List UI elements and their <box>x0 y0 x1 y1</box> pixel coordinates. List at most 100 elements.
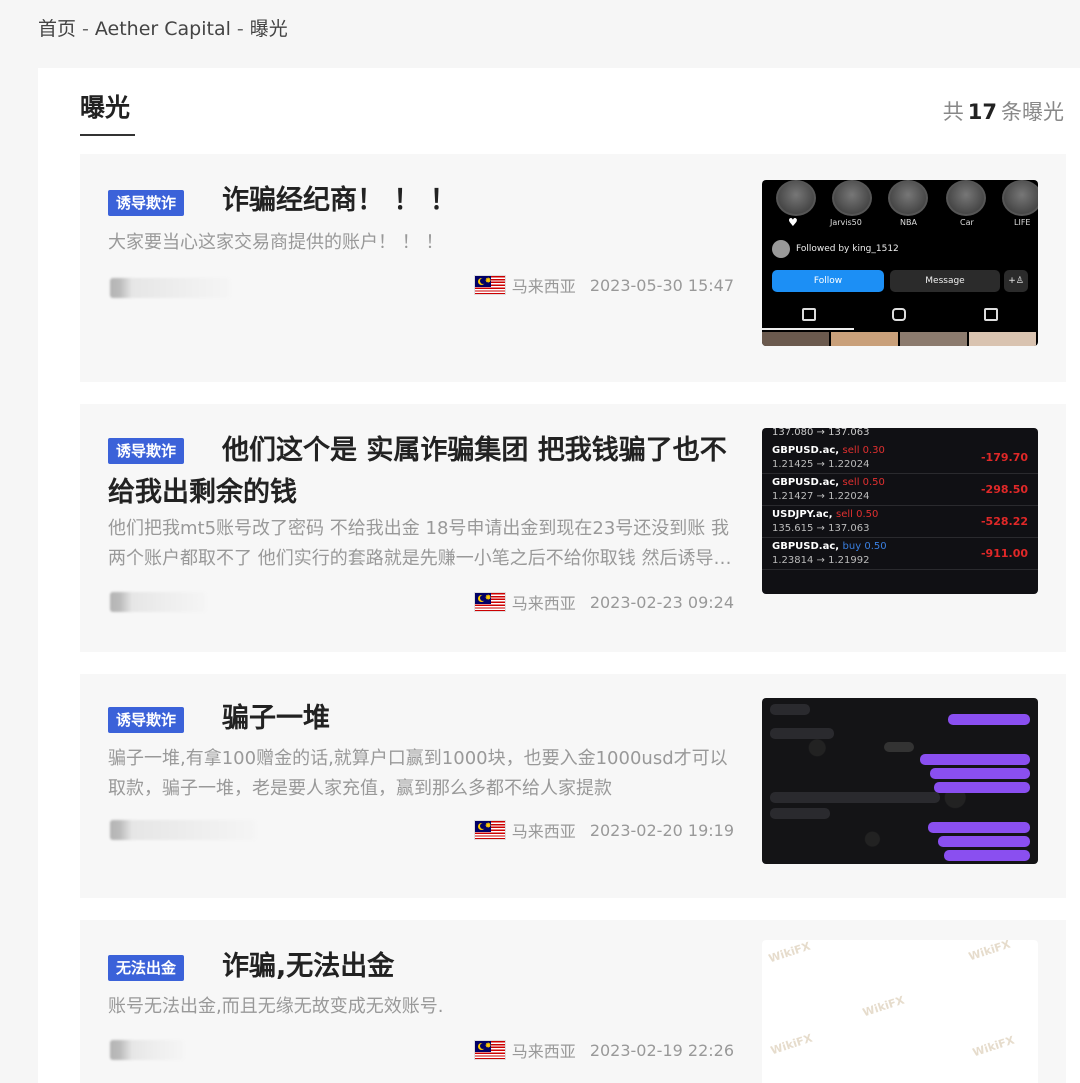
breadcrumb-separator: - <box>82 18 89 40</box>
card-meta: ✸ 马来西亚 2023-05-30 15:47 <box>473 273 734 297</box>
card-title[interactable]: 诈骗,无法出金 <box>108 946 738 988</box>
followed-by-text: Followed by king_1512 <box>796 244 899 254</box>
chat-bubble-out <box>948 714 1030 725</box>
chat-bubble-out <box>920 754 1030 765</box>
evidence-thumbnail[interactable] <box>762 698 1038 864</box>
exposure-card[interactable]: 诱导欺诈 骗子一堆 骗子一堆,有拿100赠金的话,就算户口赢到1000块，也要入… <box>80 674 1066 898</box>
card-meta: ✸ 马来西亚 2023-02-19 22:26 <box>473 1038 734 1062</box>
grid-icon <box>802 308 816 321</box>
chat-bubble-in <box>770 808 830 819</box>
heart-icon: ♥ <box>788 216 798 229</box>
breadcrumb: 首页 - Aether Capital - 曝光 <box>38 14 288 41</box>
watermark-text: WikiFX <box>767 940 812 966</box>
evidence-thumbnail[interactable]: 137.080 → 137.063 GBPUSD.ac, sell 0.30 1… <box>762 428 1038 594</box>
post-datetime: 2023-02-20 19:19 <box>589 820 734 840</box>
blurred-username <box>110 820 256 840</box>
price-range: 137.080 → 137.063 <box>772 428 870 438</box>
trade-symbol: USDJPY.ac, <box>772 509 833 520</box>
trade-prices: 1.21425 → 1.22024 <box>772 459 870 470</box>
trade-symbol: GBPUSD.ac, <box>772 445 840 456</box>
trade-pnl: -179.70 <box>980 451 1028 464</box>
malaysia-flag-icon: ✸ <box>473 275 506 295</box>
card-meta: ✸ 马来西亚 2023-02-23 09:24 <box>473 590 734 614</box>
chat-bubble-out <box>934 782 1030 793</box>
story-label: Car <box>960 218 974 227</box>
chat-bubble-out <box>944 850 1030 861</box>
title-underline <box>80 134 135 136</box>
trade-side: buy 0.50 <box>842 541 887 552</box>
trade-side: sell 0.50 <box>836 509 879 520</box>
message-button: Message <box>890 270 1000 292</box>
trade-row: GBPUSD.ac, sell 0.50 1.21427 → 1.22024 -… <box>762 474 1038 506</box>
total-suffix: 条曝光 <box>1001 100 1064 124</box>
trade-symbol: GBPUSD.ac, <box>772 541 840 552</box>
page-title: 曝光 <box>80 93 131 122</box>
photo-grid <box>762 332 1038 346</box>
malaysia-flag-icon: ✸ <box>473 820 506 840</box>
story-avatar <box>776 180 816 216</box>
card-title[interactable]: 骗子一堆 <box>108 698 738 740</box>
trade-row: USDJPY.ac, sell 0.50 135.615 → 137.063 -… <box>762 506 1038 538</box>
exposure-panel: 曝光 共 17 条曝光 诱导欺诈 诈骗经纪商！ ！ ！ 大家要当心这家交易商提供的账… <box>38 68 1080 1083</box>
story-avatar <box>1002 180 1038 216</box>
evidence-thumbnail[interactable]: ♥ Jarvis50 NBA Car LIFE Followed by king… <box>762 180 1038 346</box>
story-avatar <box>888 180 928 216</box>
blurred-username <box>110 1040 184 1060</box>
exposure-card[interactable]: 诱导欺诈 他们这个是 实属诈骗集团 把我钱骗了也不给我出剩余的钱 他们把我mt5… <box>80 404 1066 652</box>
tagged-icon <box>984 308 998 321</box>
trade-prices: 1.23814 → 1.21992 <box>772 555 870 566</box>
post-datetime: 2023-02-19 22:26 <box>589 1040 734 1060</box>
chat-bubble-out <box>938 836 1030 847</box>
watermark-text: WikiFX <box>967 940 1012 964</box>
card-description: 骗子一堆,有拿100赠金的话,就算户口赢到1000块，也要入金1000usd才可… <box>108 748 728 799</box>
blurred-username <box>110 592 206 612</box>
breadcrumb-separator: - <box>236 18 244 40</box>
card-title[interactable]: 诈骗经纪商！ ！ ！ <box>108 180 738 222</box>
chat-date-chip <box>884 742 914 752</box>
trade-side: sell 0.50 <box>842 477 885 488</box>
chat-bubble-in <box>770 704 810 715</box>
watermark-text: WikiFX <box>861 993 906 1020</box>
breadcrumb-broker-link[interactable]: Aether Capital <box>95 18 231 40</box>
story-avatar <box>832 180 872 216</box>
trade-prices: 135.615 → 137.063 <box>772 523 870 534</box>
story-label: LIFE <box>1014 218 1031 227</box>
exposure-card[interactable]: 无法出金 诈骗,无法出金 账号无法出金,而且无缘无故变成无效账号. ✸ 马来西亚… <box>80 920 1066 1083</box>
reels-icon <box>892 308 906 321</box>
breadcrumb-current: 曝光 <box>249 18 288 40</box>
watermark-text: WikiFX <box>769 1031 814 1058</box>
country-label: 马来西亚 <box>511 594 576 613</box>
trade-pnl: -298.50 <box>980 483 1028 496</box>
active-tab-indicator <box>762 328 854 330</box>
total-prefix: 共 <box>942 100 964 124</box>
breadcrumb-home-link[interactable]: 首页 <box>38 18 76 40</box>
card-description: 大家要当心这家交易商提供的账户！ ！ ！ <box>108 232 444 253</box>
chat-bubble-out <box>930 768 1030 779</box>
avatar <box>772 240 790 258</box>
card-title[interactable]: 他们这个是 实属诈骗集团 把我钱骗了也不给我出剩余的钱 <box>108 430 738 514</box>
trade-pnl: -528.22 <box>980 515 1028 528</box>
story-avatar <box>946 180 986 216</box>
exposure-card[interactable]: 诱导欺诈 诈骗经纪商！ ！ ！ 大家要当心这家交易商提供的账户！ ！ ！ ✸ 马… <box>80 154 1066 382</box>
follow-button: Follow <box>772 270 884 292</box>
followed-by-row: Followed by king_1512 <box>772 240 899 258</box>
country-label: 马来西亚 <box>511 277 576 296</box>
blurred-username <box>110 278 230 298</box>
story-label: Jarvis50 <box>830 218 862 227</box>
trade-side: sell 0.30 <box>842 445 885 456</box>
story-label: NBA <box>900 218 917 227</box>
watermark-text: WikiFX <box>971 1033 1016 1060</box>
malaysia-flag-icon: ✸ <box>473 1040 506 1060</box>
evidence-thumbnail[interactable]: WikiFX WikiFX WikiFX WikiFX WikiFX <box>762 940 1038 1083</box>
post-datetime: 2023-05-30 15:47 <box>589 275 734 295</box>
malaysia-flag-icon: ✸ <box>473 592 506 612</box>
trade-row: GBPUSD.ac, sell 0.30 1.21425 → 1.22024 -… <box>762 442 1038 474</box>
trade-prices: 1.21427 → 1.22024 <box>772 491 870 502</box>
trade-pnl: -911.00 <box>980 547 1028 560</box>
card-description: 账号无法出金,而且无缘无故变成无效账号. <box>108 996 444 1017</box>
chat-bubble-out <box>928 822 1030 833</box>
trade-symbol: GBPUSD.ac, <box>772 477 840 488</box>
chat-bubble-in <box>770 792 940 803</box>
add-user-button: +♙ <box>1004 270 1028 292</box>
card-description: 他们把我mt5账号改了密码 不给我出金 18号申请出金到现在23号还没到账 我两… <box>108 518 732 569</box>
